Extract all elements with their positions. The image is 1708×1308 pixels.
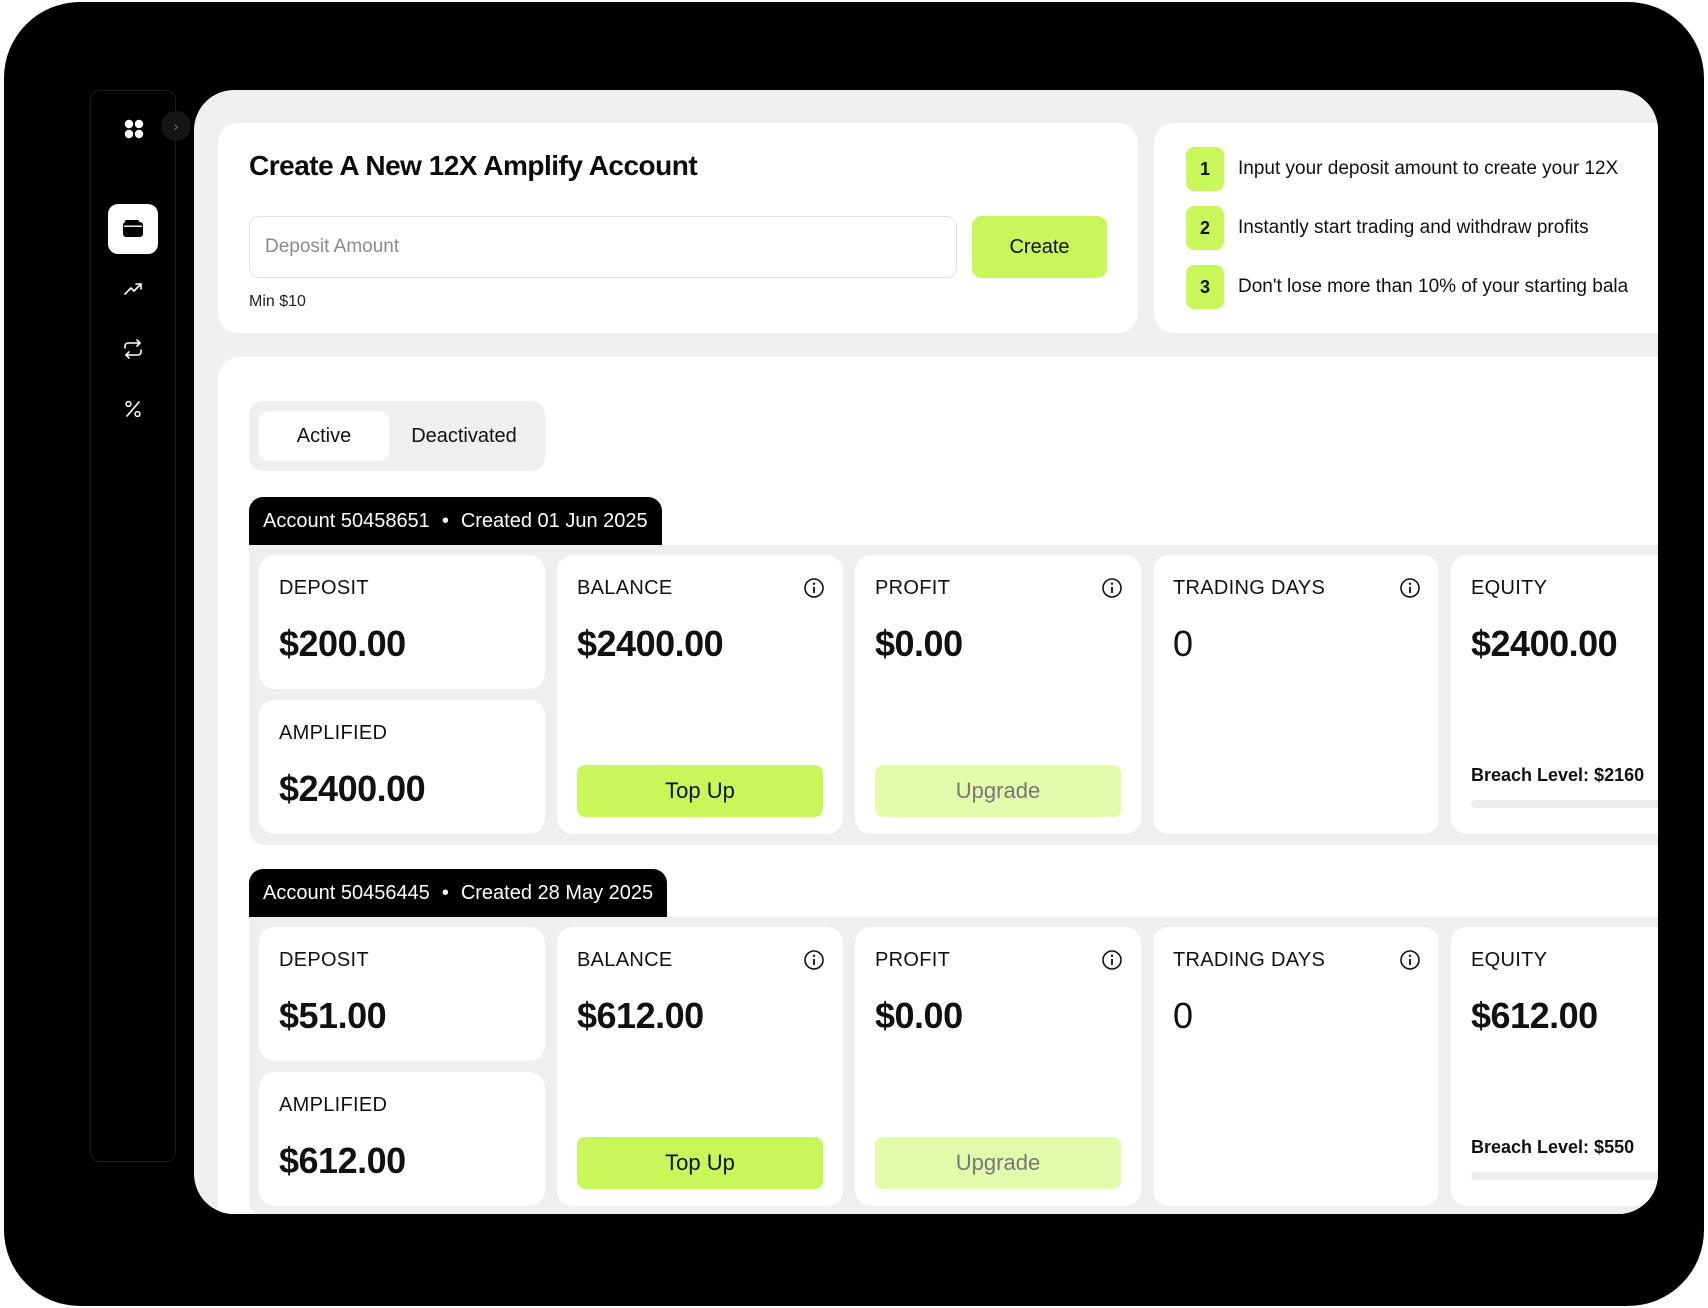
sidebar-item-wallet[interactable] [108,204,158,254]
step-number: 1 [1186,147,1224,191]
step-item: 1 Input your deposit amount to create yo… [1186,147,1618,191]
percent-icon [125,400,141,418]
account-status-tabs: Active Deactivated [249,401,545,471]
breach-progress-bar [1471,1172,1658,1180]
stat-label: AMPLIFIED [279,722,388,744]
wallet-icon [123,220,143,237]
breach-progress-bar [1471,800,1658,808]
separator-dot: • [441,881,449,904]
stat-label: PROFIT [875,577,951,599]
trading-days-stat: TRADING DAYS 0 [1153,927,1439,1206]
account-header: Account 50456445 • Created 28 May 2025 [249,869,668,917]
info-icon[interactable] [1101,577,1123,599]
step-text: Don't lose more than 10% of your startin… [1238,276,1629,297]
create-button[interactable]: Create [972,216,1107,278]
equity-stat: EQUITY $2400.00 Breach Level: $2160 [1451,555,1658,834]
sidebar-item-transfers[interactable] [108,324,158,374]
step-number: 2 [1186,206,1224,250]
create-account-card: Create A New 12X Amplify Account Create … [218,123,1138,333]
tab-deactivated[interactable]: Deactivated [394,411,534,461]
stat-label: DEPOSIT [279,949,369,971]
stat-label: DEPOSIT [279,577,369,599]
stat-label: AMPLIFIED [279,1094,388,1116]
profit-value: $0.00 [875,623,963,664]
account-number: Account 50458651 [263,509,430,532]
info-icon[interactable] [803,949,825,971]
amplified-value: $2400.00 [279,768,426,809]
equity-stat: EQUITY $612.00 Breach Level: $550 [1451,927,1658,1206]
min-deposit-note: Min $10 [249,293,306,310]
info-icon[interactable] [1399,577,1421,599]
trading-days-stat: TRADING DAYS 0 [1153,555,1439,834]
account-stats: DEPOSIT $51.00 AMPLIFIED $612.00 BALANCE… [249,917,1658,1214]
separator-dot: • [441,509,449,532]
top-up-button[interactable]: Top Up [577,1137,823,1189]
step-item: 3 Don't lose more than 10% of your start… [1186,265,1628,309]
upgrade-button[interactable]: Upgrade [875,1137,1121,1189]
balance-stat: BALANCE $612.00 Top Up [557,927,843,1206]
stat-label: TRADING DAYS [1173,577,1326,599]
equity-value: $2400.00 [1471,623,1618,664]
deposit-stat: DEPOSIT $200.00 [259,555,545,689]
deposit-amount-input[interactable] [249,216,957,278]
breach-level: Breach Level: $550 [1471,1137,1635,1157]
step-number: 3 [1186,265,1224,309]
steps-card: 1 Input your deposit amount to create yo… [1154,123,1658,333]
deposit-stat: DEPOSIT $51.00 [259,927,545,1061]
top-up-button[interactable]: Top Up [577,765,823,817]
amplified-stat: AMPLIFIED $612.00 [259,1072,545,1206]
stat-label: TRADING DAYS [1173,949,1326,971]
balance-stat: BALANCE $2400.00 Top Up [557,555,843,834]
deposit-value: $200.00 [279,623,406,664]
sidebar-item-rates[interactable] [108,384,158,434]
equity-value: $612.00 [1471,995,1598,1036]
account-header: Account 50458651 • Created 01 Jun 2025 [249,497,662,545]
main-screen: Create A New 12X Amplify Account Create … [194,90,1658,1214]
grid-logo-icon [124,119,144,139]
stat-label: BALANCE [577,577,673,599]
upgrade-button[interactable]: Upgrade [875,765,1121,817]
repeat-icon [124,339,142,359]
sidebar: › [90,90,191,1162]
amplified-value: $612.00 [279,1140,406,1181]
trending-up-icon [124,283,142,295]
step-text: Input your deposit amount to create your… [1238,158,1619,179]
stat-label: PROFIT [875,949,951,971]
step-text: Instantly start trading and withdraw pro… [1238,217,1589,238]
profit-stat: PROFIT $0.00 Upgrade [855,927,1141,1206]
trading-days-value: 0 [1173,995,1193,1036]
info-icon[interactable] [1101,949,1123,971]
breach-level: Breach Level: $2160 [1471,765,1645,785]
sidebar-toggle-button[interactable]: › [161,111,191,141]
account-created-date: Created 28 May 2025 [460,881,654,904]
info-icon[interactable] [1399,949,1421,971]
account-stats: DEPOSIT $200.00 AMPLIFIED $2400.00 BALAN… [249,545,1658,845]
account-created-date: Created 01 Jun 2025 [460,509,648,532]
stat-label: EQUITY [1471,577,1548,599]
profit-value: $0.00 [875,995,963,1036]
deposit-value: $51.00 [279,995,387,1036]
balance-value: $612.00 [577,995,704,1036]
step-item: 2 Instantly start trading and withdraw p… [1186,206,1589,250]
trading-days-value: 0 [1173,623,1193,664]
device-frame: › Create A New 12X Amplify Account Depos… [4,2,1704,1306]
account-number: Account 50456445 [263,881,430,904]
sidebar-item-trends[interactable] [108,264,158,314]
stat-label: BALANCE [577,949,673,971]
amplified-stat: AMPLIFIED $2400.00 [259,700,545,834]
accounts-panel: Active Deactivated Account 50458651 • Cr… [218,357,1658,1214]
stat-label: EQUITY [1471,949,1548,971]
page-title: Create A New 12X Amplify Account [249,150,698,181]
balance-value: $2400.00 [577,623,724,664]
profit-stat: PROFIT $0.00 Upgrade [855,555,1141,834]
info-icon[interactable] [803,577,825,599]
tab-active[interactable]: Active [259,411,389,461]
